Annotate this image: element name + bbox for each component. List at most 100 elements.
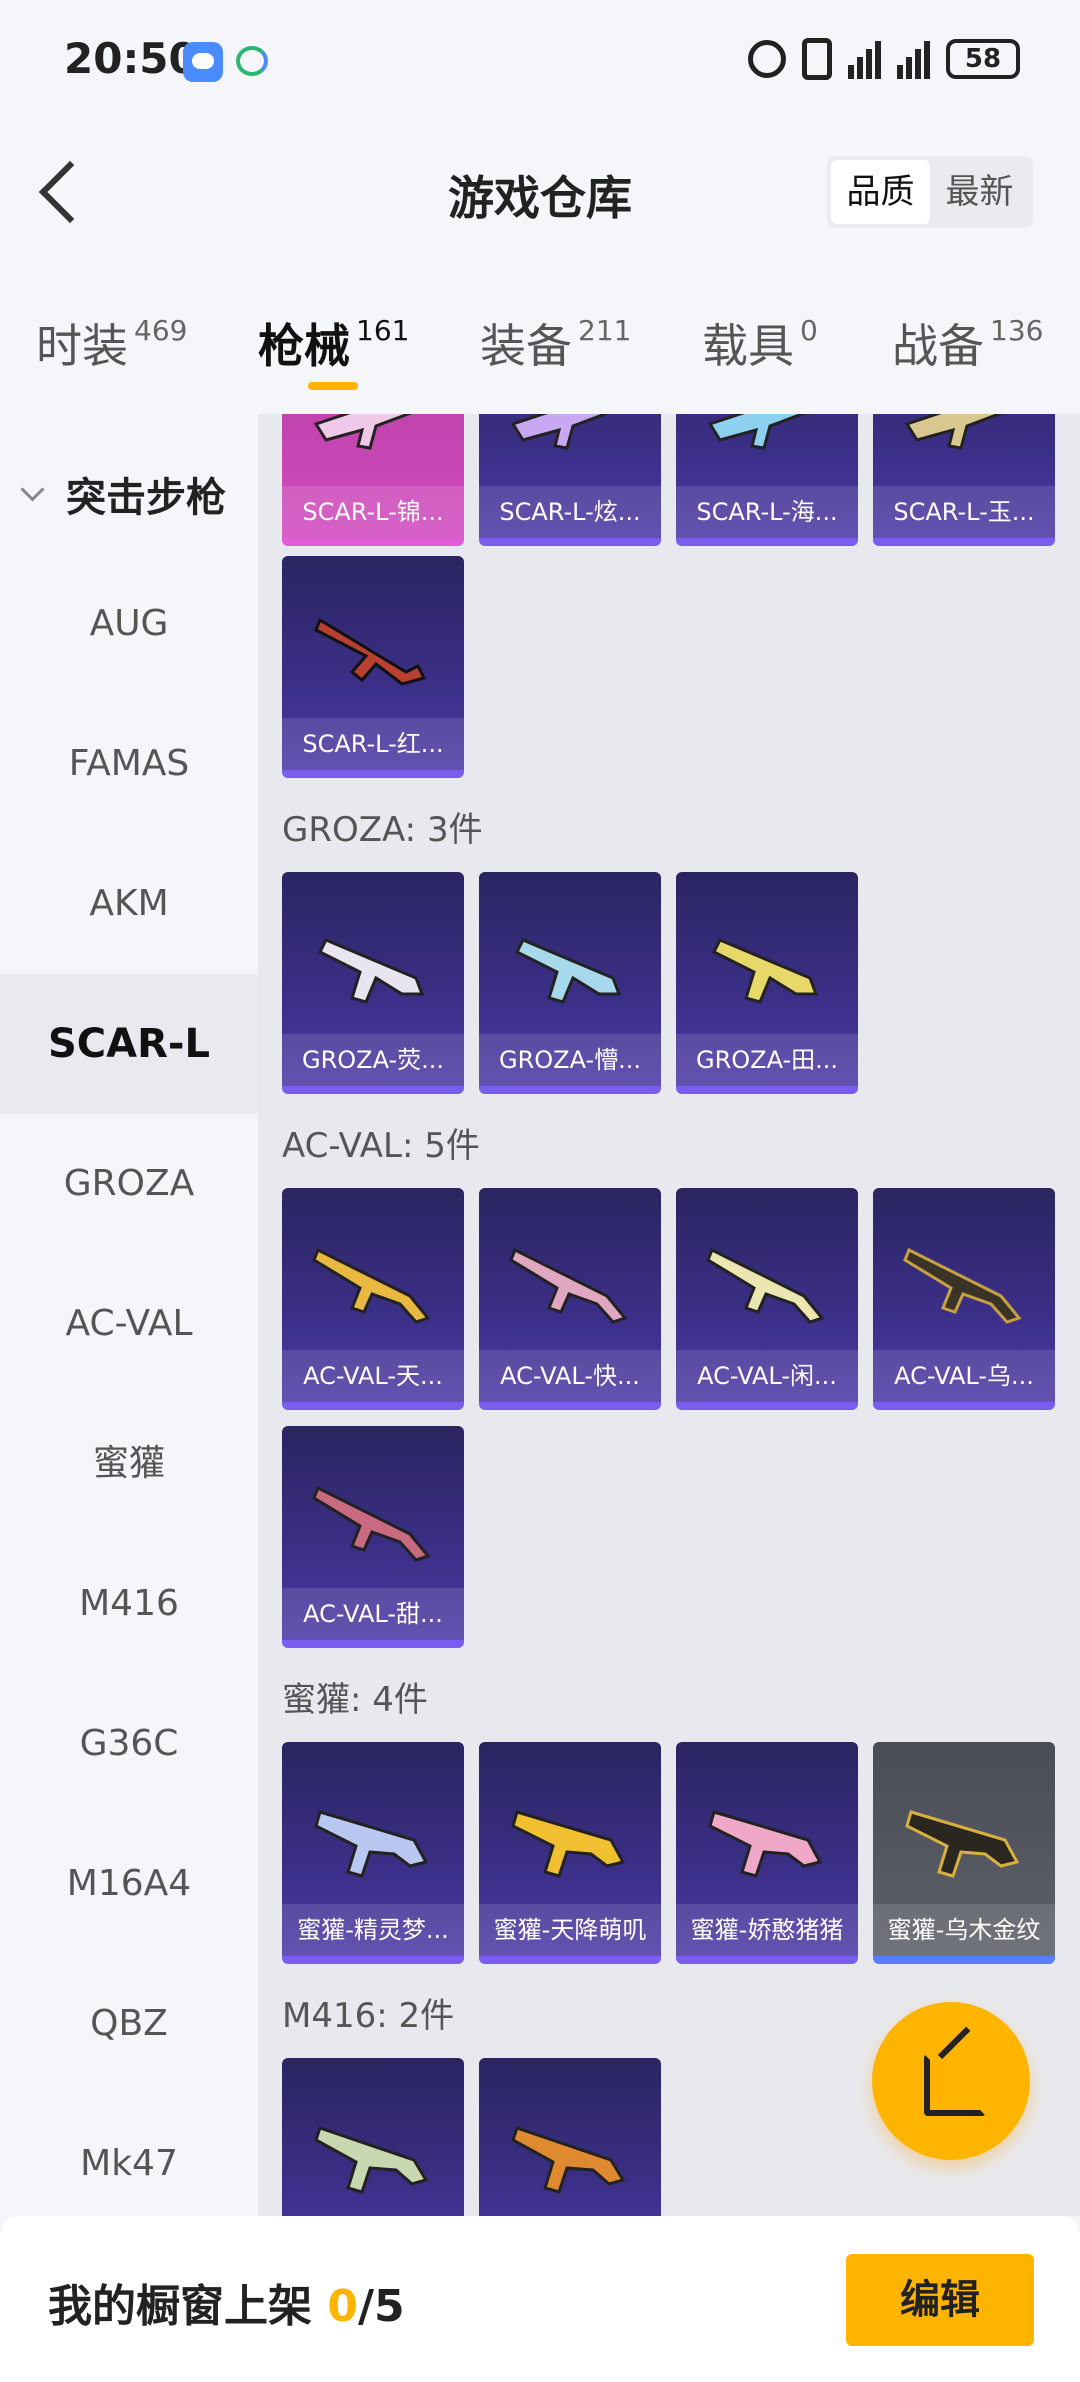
battery-icon: 58 [946,39,1020,79]
weapon-card[interactable]: SCAR-L-锦... [282,414,464,546]
weapon-card-label: AC-VAL-乌... [873,1350,1055,1402]
weapon-card[interactable]: AC-VAL-天... [282,1188,464,1410]
sidebar-item-aug[interactable]: AUG [0,554,258,694]
weapon-card-label: AC-VAL-快... [479,1350,661,1402]
weapon-card-label: AC-VAL-天... [282,1350,464,1402]
sidebar-item-g36c[interactable]: G36C [0,1674,258,1814]
weapon-card[interactable] [479,2058,661,2216]
tab-count: 161 [356,314,410,347]
weapon-card-label: SCAR-L-锦... [282,486,464,538]
weapon-card[interactable]: AC-VAL-甜... [282,1426,464,1648]
tab-fashion[interactable]: 时装 469 [36,310,187,376]
tab-count: 469 [134,314,188,347]
rifle-icon [314,1810,429,1878]
rifle-icon [905,1810,1020,1878]
weapon-type-sidebar: 突击步枪 AUG FAMAS AKM SCAR-L GROZA AC-VAL 蜜… [0,414,258,2216]
sidebar-item-groza[interactable]: GROZA [0,1114,258,1254]
alarm-icon [748,40,786,78]
sort-latest-button[interactable]: 最新 [930,160,1029,224]
weapon-card[interactable]: SCAR-L-红... [282,556,464,778]
weapon-card-label: AC-VAL-甜... [282,1588,464,1640]
sidebar-group-label: 突击步枪 [66,475,226,521]
category-tabs: 时装 469 枪械 161 装备 211 载具 0 战备 136 [0,290,1080,410]
weapon-card-label: 蜜獾-精灵梦... [282,1904,464,1956]
weapon-card-label: SCAR-L-玉... [873,486,1055,538]
sort-quality-button[interactable]: 品质 [831,160,930,224]
sidebar-item-honey-badger[interactable]: 蜜獾 [0,1394,258,1534]
tab-count: 0 [800,314,818,347]
status-time: 20:50 [64,34,198,83]
rifle-icon [707,414,807,450]
page-header: 游戏仓库 品质 最新 [0,130,1080,260]
tab-equipment[interactable]: 装备 211 [480,310,631,376]
weapon-card-label: SCAR-L-红... [282,718,464,770]
weapon-card-label: GROZA-懵... [479,1034,661,1086]
sidebar-group-assault-rifles[interactable]: 突击步枪 [0,454,258,534]
chevron-down-icon [20,481,46,507]
sidebar-item-famas[interactable]: FAMAS [0,694,258,834]
rifle-icon [903,1247,1022,1324]
rifle-icon [509,1247,628,1324]
vibrate-icon [802,38,832,80]
weapon-card[interactable]: 蜜獾-精灵梦... [282,1742,464,1964]
edit-button[interactable]: 编辑 [846,2254,1034,2346]
sidebar-item-mk47[interactable]: Mk47 [0,2094,258,2216]
weapon-card-label: AC-VAL-闲... [676,1350,858,1402]
weapon-card[interactable]: GROZA-田... [676,872,858,1094]
showcase-count: 0 [327,2281,358,2332]
rifle-icon [904,414,1004,450]
weapon-card[interactable]: AC-VAL-闲... [676,1188,858,1410]
showcase-label: 我的橱窗上架 [48,2281,312,2332]
rifle-icon [511,1810,626,1878]
weapon-card-label: SCAR-L-炫... [479,486,661,538]
sidebar-item-m416[interactable]: M416 [0,1534,258,1674]
sidebar-item-ac-val[interactable]: AC-VAL [0,1254,258,1394]
weapon-grid: SCAR-L-锦... SCAR-L-炫... SCAR-L-海... SCAR… [258,414,1080,2216]
sync-app-icon [236,46,268,76]
sidebar-item-scar-l[interactable]: SCAR-L [0,974,258,1114]
weapon-card-label: 蜜獾-乌木金纹 [873,1904,1055,1956]
rifle-icon [313,414,413,450]
rifle-icon [314,617,427,686]
sidebar-item-m16a4[interactable]: M16A4 [0,1814,258,1954]
rifle-icon [708,1810,823,1878]
rifle-icon [711,938,819,1004]
weapon-card[interactable]: SCAR-L-玉... [873,414,1055,546]
weapon-card-label: 蜜獾-娇憨猪猪 [676,1904,858,1956]
weapon-card[interactable]: 蜜獾-娇憨猪猪 [676,1742,858,1964]
weapon-card[interactable]: SCAR-L-炫... [479,414,661,546]
chat-app-icon [183,42,223,82]
rifle-icon [706,1247,825,1324]
tab-combat-gear[interactable]: 战备 136 [892,310,1043,376]
tab-guns[interactable]: 枪械 161 [258,310,409,376]
section-title-m416: M416: 2件 [282,1996,455,2036]
status-icons: 58 [748,38,1020,80]
weapon-card-label: SCAR-L-海... [676,486,858,538]
tab-count: 136 [990,314,1044,347]
sidebar-item-akm[interactable]: AKM [0,834,258,974]
weapon-card[interactable]: SCAR-L-海... [676,414,858,546]
rifle-icon [514,938,622,1004]
tab-count: 211 [578,314,632,347]
rifle-icon [511,2126,626,2194]
sidebar-item-qbz[interactable]: QBZ [0,1954,258,2094]
section-title-groza: GROZA: 3件 [282,810,483,850]
weapon-card[interactable]: 蜜獾-天降萌叽 [479,1742,661,1964]
weapon-card[interactable]: GROZA-懵... [479,872,661,1094]
weapon-card-label: GROZA-荧... [282,1034,464,1086]
rifle-icon [312,1485,431,1562]
section-title-honey-badger: 蜜獾: 4件 [282,1680,428,1720]
showcase-total: /5 [357,2281,405,2332]
rifle-icon [510,414,610,450]
weapon-card-label: GROZA-田... [676,1034,858,1086]
tab-vehicles[interactable]: 载具 0 [702,310,818,376]
share-icon[interactable] [872,2002,1030,2160]
section-title-ac-val: AC-VAL: 5件 [282,1126,480,1166]
showcase-status: 我的橱窗上架 0/5 [48,2270,405,2334]
weapon-card[interactable]: AC-VAL-快... [479,1188,661,1410]
weapon-card[interactable]: AC-VAL-乌... [873,1188,1055,1410]
weapon-card[interactable]: GROZA-荧... [282,872,464,1094]
weapon-card[interactable] [282,2058,464,2216]
weapon-card[interactable]: 蜜獾-乌木金纹 [873,1742,1055,1964]
sort-toggle: 品质 最新 [827,156,1033,228]
